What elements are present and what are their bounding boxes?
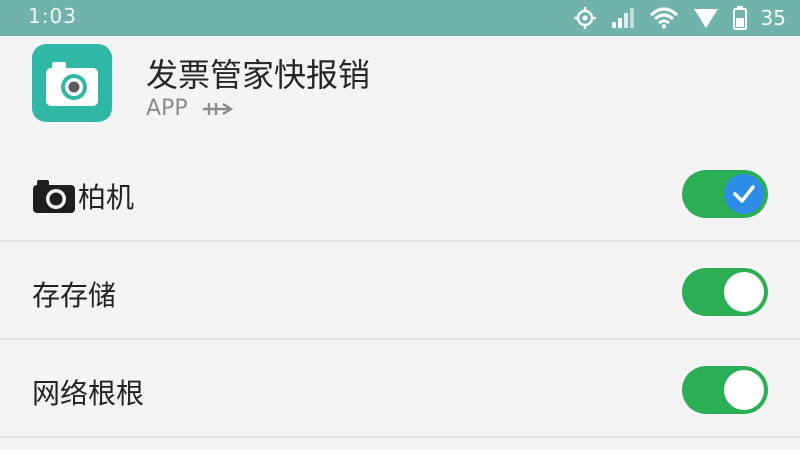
permission-row-network: 网络根根 <box>0 340 800 438</box>
checkmark-icon <box>733 185 755 203</box>
status-time: 1:03 <box>28 4 77 28</box>
status-bar: 1:03 35 <box>0 0 800 36</box>
camera-icon <box>33 180 75 213</box>
permission-row-camera: 柏机 <box>0 144 800 242</box>
storage-permission-toggle[interactable] <box>682 268 768 316</box>
permission-label-network: 网络根根 <box>32 372 144 412</box>
permission-label-text: 柏机 <box>78 181 135 214</box>
toggle-knob <box>724 272 764 312</box>
app-subtitle: APP <box>146 96 235 121</box>
permission-label-camera: 柏机 <box>32 176 134 216</box>
permission-label-storage: 存存储 <box>32 274 116 314</box>
app-subtitle-icon <box>202 102 233 116</box>
app-icon <box>32 44 112 122</box>
battery-icon <box>732 6 747 30</box>
permission-label-text: 网络根根 <box>32 377 145 410</box>
battery-percentage: 35 <box>760 6 786 30</box>
permission-row-storage: 存存储 <box>0 242 800 340</box>
app-subtitle-text: APP <box>146 96 188 121</box>
camera-permission-toggle[interactable] <box>682 170 768 218</box>
app-header: 发票管家快报销 APP <box>30 44 770 124</box>
toggle-knob <box>724 370 764 410</box>
permission-label-text: 存存储 <box>32 279 117 312</box>
signal-triangle-icon <box>693 7 719 29</box>
toggle-knob-checked <box>724 174 764 214</box>
location-icon <box>573 6 597 30</box>
wifi-icon <box>649 7 679 29</box>
signal-icon <box>611 7 635 29</box>
app-title: 发票管家快报销 <box>146 56 371 94</box>
network-permission-toggle[interactable] <box>682 366 768 414</box>
status-icons: 35 <box>573 4 786 32</box>
camera-icon <box>46 62 98 106</box>
